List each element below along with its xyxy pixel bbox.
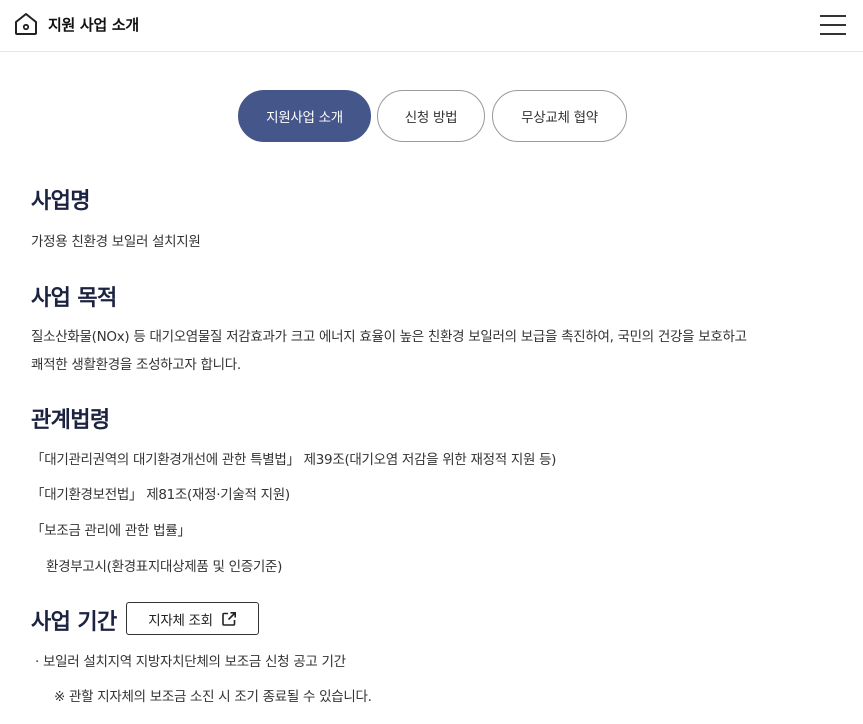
local-gov-lookup-button[interactable]: 지자체 조회 (126, 602, 259, 635)
tab-free-replacement-agreement[interactable]: 무상교체 협약 (492, 90, 627, 142)
home-icon[interactable] (13, 11, 39, 37)
purpose-text-line2: 쾌적한 생활환경을 조성하고자 합니다. (31, 357, 241, 373)
tab-bar: 지원사업 소개 신청 방법 무상교체 협약 (0, 90, 863, 144)
law-item: 「보조금 관리에 관한 법률」 (31, 523, 191, 539)
local-gov-lookup-label: 지자체 조회 (148, 612, 213, 629)
business-name-text: 가정용 친환경 보일러 설치지원 (31, 234, 201, 250)
section-heading-period: 사업 기간 (31, 610, 117, 635)
section-heading-purpose: 사업 목적 (31, 286, 117, 311)
tab-support-intro[interactable]: 지원사업 소개 (238, 90, 371, 142)
period-note-text: ※ 관할 지자체의 보조금 소진 시 조기 종료될 수 있습니다. (54, 689, 372, 705)
purpose-text-line1: 질소산화물(NOx) 등 대기오염물질 저감효과가 크고 에너지 효율이 높은 … (31, 329, 747, 345)
hamburger-menu-icon[interactable] (818, 12, 848, 38)
period-bullet-text: · 보일러 설치지역 지방자치단체의 보조금 신청 공고 기간 (35, 654, 346, 670)
section-heading-laws: 관계법령 (31, 408, 110, 433)
law-item: 환경부고시(환경표지대상제품 및 인증기준) (46, 559, 283, 575)
external-link-icon (221, 611, 236, 626)
law-item: 「대기관리권역의 대기환경개선에 관한 특별법」 제39조(대기오염 저감을 위… (31, 452, 557, 468)
section-heading-name: 사업명 (31, 189, 91, 214)
page-title: 지원 사업 소개 (48, 16, 139, 34)
top-bar: 지원 사업 소개 (0, 0, 863, 52)
tab-how-to-apply[interactable]: 신청 방법 (377, 90, 485, 142)
law-item: 「대기환경보전법」 제81조(재정·기술적 지원) (31, 487, 290, 503)
